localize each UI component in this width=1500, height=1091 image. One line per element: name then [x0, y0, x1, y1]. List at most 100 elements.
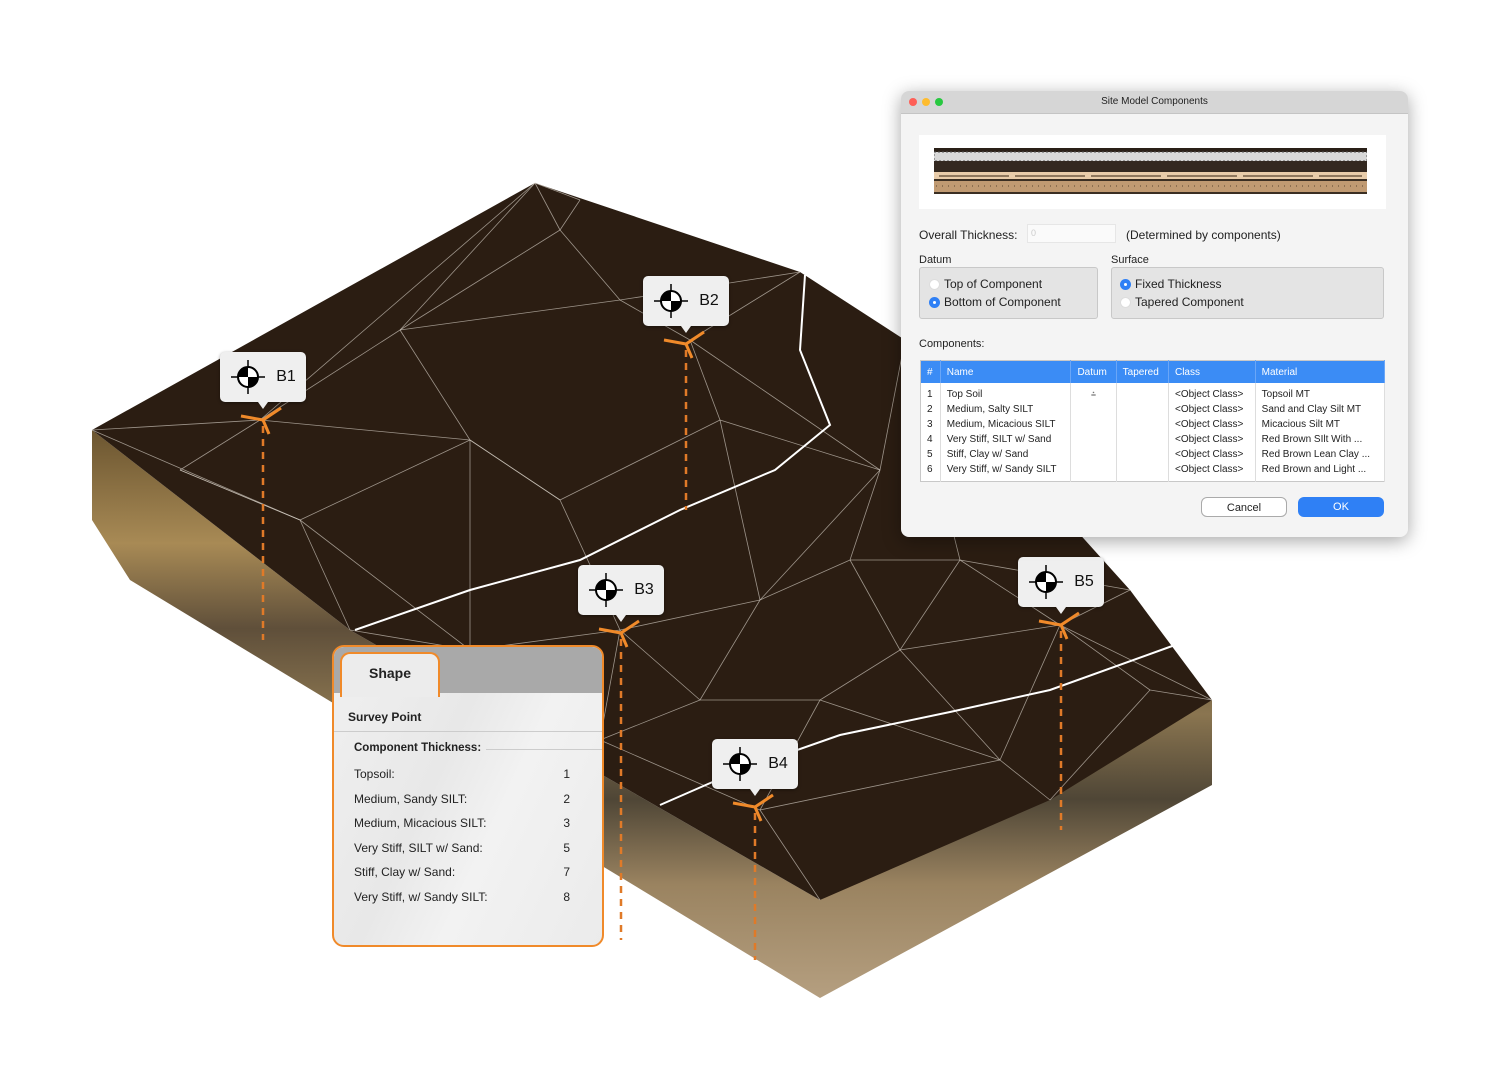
table-row[interactable]: 3 Medium, Micacious SILT <Object Class> Mic…: [920, 417, 1386, 432]
row-number: 5: [920, 447, 941, 462]
datum-cell: [1070, 462, 1117, 482]
component-name: Medium, Salty SILT: [940, 402, 1072, 417]
thickness-row: Very Stiff, w/ Sandy SILT: 8: [354, 890, 570, 904]
shape-info-panel: Shape Survey Point Component Thickness: …: [332, 645, 604, 947]
row-number: 4: [920, 432, 941, 447]
component-name: Top Soil: [940, 383, 1072, 402]
divider: [334, 731, 602, 732]
datum-cell: ⩮: [1070, 383, 1117, 402]
material-cell: Red Brown SIlt With ...: [1255, 432, 1386, 447]
thickness-value: 7: [563, 865, 570, 880]
thickness-value: 5: [563, 840, 570, 855]
surface-group: Fixed Thickness Tapered Component: [1111, 267, 1384, 319]
column-header[interactable]: #: [920, 360, 941, 383]
table-row[interactable]: 4 Very Stiff, SILT w/ Sand <Object Class> R…: [920, 432, 1386, 447]
tapered-cell: [1116, 402, 1169, 417]
column-header[interactable]: Material: [1255, 360, 1386, 383]
thickness-label: Medium, Sandy SILT:: [354, 791, 468, 806]
thickness-value: 2: [563, 791, 570, 806]
survey-point-marker-5[interactable]: B5: [1018, 557, 1104, 614]
marker-label: B2: [699, 292, 719, 309]
component-name: Very Stiff, w/ Sandy SILT: [940, 462, 1072, 482]
layer-preview-strip: [934, 148, 1367, 194]
thickness-label: Stiff, Clay w/ Sand:: [354, 865, 456, 880]
datum-icon: ⩮: [1090, 389, 1097, 399]
overall-thickness-note: (Determined by components): [1126, 228, 1281, 242]
radio-bottom-of-component[interactable]: Bottom of Component: [929, 295, 1061, 309]
material-cell: Red Brown and Light ...: [1255, 462, 1386, 482]
radio-fixed-thickness[interactable]: Fixed Thickness: [1120, 277, 1221, 291]
class-cell: <Object Class>: [1168, 402, 1256, 417]
class-cell: <Object Class>: [1168, 417, 1256, 432]
material-cell: Topsoil MT: [1255, 383, 1386, 402]
ok-button[interactable]: OK: [1298, 497, 1384, 517]
surface-label: Surface: [1111, 254, 1149, 266]
survey-point-crosshair-icon: [589, 573, 624, 607]
tapered-cell: [1116, 383, 1169, 402]
radio-top-of-component[interactable]: Top of Component: [929, 277, 1042, 291]
survey-point-crosshair-icon: [654, 284, 689, 318]
overall-thickness-field[interactable]: 0: [1027, 224, 1116, 243]
row-number: 3: [920, 417, 941, 432]
row-number: 2: [920, 402, 941, 417]
class-cell: <Object Class>: [1168, 447, 1256, 462]
class-cell: <Object Class>: [1168, 462, 1256, 482]
thickness-label: Very Stiff, w/ Sandy SILT:: [354, 890, 488, 904]
title-bar: Site Model Components: [901, 91, 1408, 114]
class-cell: <Object Class>: [1168, 383, 1256, 402]
thickness-label: Very Stiff, SILT w/ Sand:: [354, 840, 483, 855]
components-table: # Name Datum Tapered Class Material 1 Top Soil…: [920, 360, 1386, 482]
thickness-value: 8: [563, 890, 570, 904]
tab-shape[interactable]: Shape: [340, 652, 440, 697]
divider: [486, 749, 602, 750]
thickness-row: Very Stiff, SILT w/ Sand: 5: [354, 841, 570, 855]
minimize-window-button[interactable]: [922, 98, 930, 106]
survey-point-crosshair-icon: [723, 747, 758, 781]
thickness-label: Topsoil:: [354, 767, 395, 781]
table-row[interactable]: 1 Top Soil ⩮ <Object Class> Topsoil MT: [920, 383, 1386, 402]
component-thickness-heading: Component Thickness:: [354, 742, 482, 754]
thickness-row: Stiff, Clay w/ Sand: 7: [354, 865, 570, 879]
survey-point-marker-1[interactable]: B1: [220, 352, 306, 409]
datum-cell: [1070, 432, 1117, 447]
cancel-button[interactable]: Cancel: [1201, 497, 1287, 517]
column-header[interactable]: Name: [940, 360, 1072, 383]
zoom-window-button[interactable]: [935, 98, 943, 106]
tapered-cell: [1116, 432, 1169, 447]
tapered-cell: [1116, 417, 1169, 432]
component-name: Stiff, Clay w/ Sand: [940, 447, 1072, 462]
thickness-value: 3: [563, 816, 570, 831]
overall-thickness-label: Overall Thickness:: [919, 228, 1018, 242]
column-header[interactable]: Datum: [1070, 360, 1117, 383]
survey-point-marker-4[interactable]: B4: [712, 739, 798, 796]
material-cell: Sand and Clay Silt MT: [1255, 402, 1386, 417]
section-title: Survey Point: [348, 710, 422, 724]
components-preview: [919, 135, 1386, 209]
survey-point-marker-2[interactable]: B2: [643, 276, 729, 333]
marker-label: B4: [768, 755, 788, 772]
datum-cell: [1070, 402, 1117, 417]
site-model-components-dialog: Site Model Components Overall Thickness:…: [901, 91, 1408, 537]
datum-group: Top of Component Bottom of Component: [919, 267, 1098, 319]
datum-label: Datum: [919, 254, 952, 266]
survey-point-crosshair-icon: [231, 360, 266, 394]
survey-point-crosshair-icon: [1029, 565, 1064, 599]
column-header[interactable]: Tapered: [1116, 360, 1169, 383]
material-cell: Red Brown Lean Clay ...: [1255, 447, 1386, 462]
table-row[interactable]: 2 Medium, Salty SILT <Object Class> Sand an…: [920, 402, 1386, 417]
material-cell: Micacious Silt MT: [1255, 417, 1386, 432]
tapered-cell: [1116, 462, 1169, 482]
marker-label: B1: [276, 368, 296, 385]
close-window-button[interactable]: [909, 98, 917, 106]
class-cell: <Object Class>: [1168, 432, 1256, 447]
survey-point-marker-3[interactable]: B3: [578, 565, 664, 622]
table-row[interactable]: 6 Very Stiff, w/ Sandy SILT <Object Class>…: [920, 462, 1386, 482]
datum-cell: [1070, 447, 1117, 462]
table-row[interactable]: 5 Stiff, Clay w/ Sand <Object Class> Red Br…: [920, 447, 1386, 462]
component-name: Very Stiff, SILT w/ Sand: [940, 432, 1072, 447]
tab-bar: Shape: [334, 647, 602, 697]
column-header[interactable]: Class: [1168, 360, 1256, 383]
radio-tapered-component[interactable]: Tapered Component: [1120, 295, 1244, 309]
marker-label: B3: [634, 581, 654, 598]
tapered-cell: [1116, 447, 1169, 462]
